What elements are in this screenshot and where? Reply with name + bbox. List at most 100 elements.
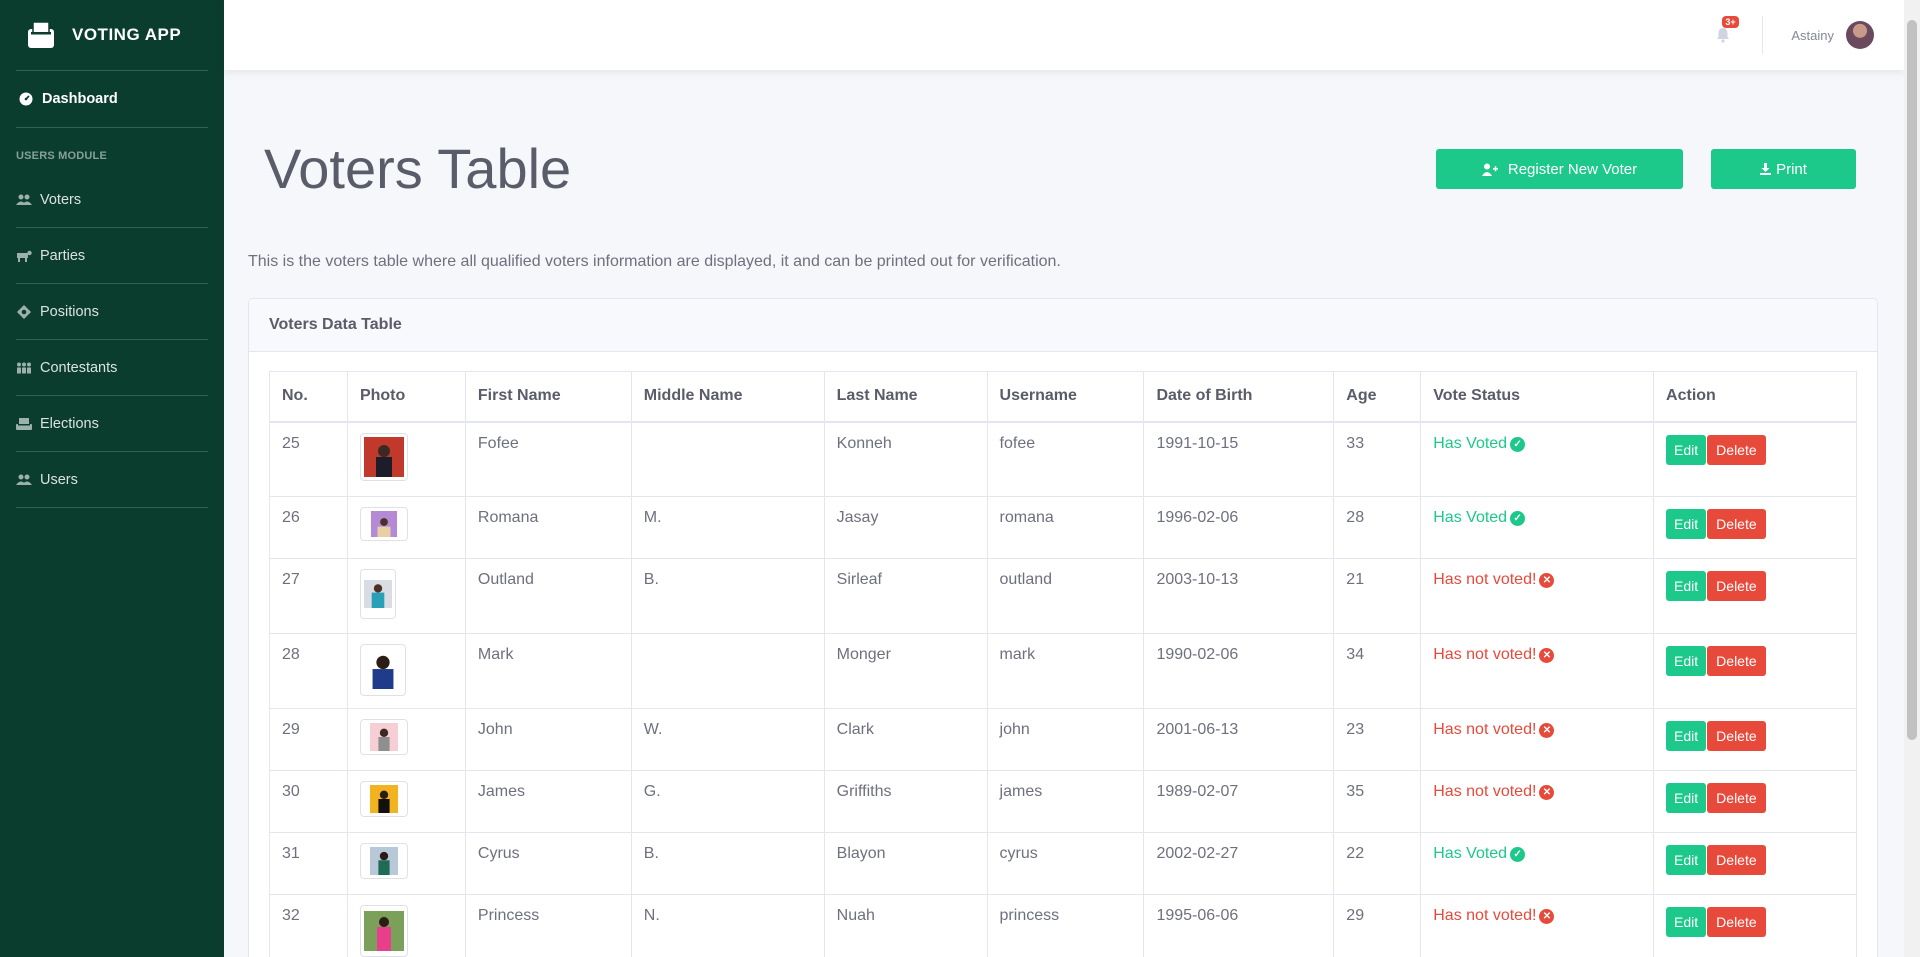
sidebar-item-label: Dashboard <box>42 91 118 107</box>
cell-age: 23 <box>1333 708 1422 771</box>
print-button[interactable]: Print <box>1711 149 1856 189</box>
cell-last-name: Griffiths <box>823 770 988 833</box>
delete-button[interactable]: Delete <box>1707 721 1766 751</box>
cell-age: 33 <box>1333 421 1422 497</box>
register-new-voter-button[interactable]: Register New Voter <box>1436 149 1683 189</box>
voter-photo <box>359 905 408 957</box>
cell-first-name: Outland <box>464 558 632 634</box>
column-header[interactable]: Username <box>986 371 1145 423</box>
notifications-button[interactable]: 3+ <box>1712 16 1739 46</box>
cell-date-of-birth: 2001-06-13 <box>1143 708 1335 771</box>
sidebar-item-contestants[interactable]: Contestants <box>16 340 208 396</box>
edit-button[interactable]: Edit <box>1666 509 1707 539</box>
cell-last-name: Clark <box>823 708 988 771</box>
sidebar-item-parties[interactable]: Parties <box>16 228 208 284</box>
column-header[interactable]: Action <box>1653 371 1857 423</box>
cell-no: 26 <box>269 496 348 559</box>
edit-button[interactable]: Edit <box>1666 571 1707 601</box>
voter-photo <box>359 569 396 619</box>
cell-first-name: Cyrus <box>464 832 632 895</box>
user-plus-icon <box>1481 163 1498 176</box>
column-header[interactable]: Photo <box>346 371 466 423</box>
sidebar-item-dashboard[interactable]: Dashboard <box>0 71 224 127</box>
cell-username: princess <box>986 894 1145 957</box>
column-header[interactable]: Middle Name <box>630 371 825 423</box>
user-name[interactable]: Astainy <box>1791 28 1834 43</box>
page-title: Voters Table <box>264 137 572 200</box>
voter-photo <box>359 507 408 541</box>
x-circle-icon: ✕ <box>1539 573 1555 588</box>
sidebar-item-label: Positions <box>40 303 99 320</box>
x-circle-icon: ✕ <box>1539 723 1555 738</box>
cell-username: james <box>986 770 1145 833</box>
column-header[interactable]: No. <box>269 371 348 423</box>
cell-no: 32 <box>269 894 348 957</box>
check-circle-icon: ✓ <box>1510 847 1526 862</box>
cell-first-name: Fofee <box>464 421 632 497</box>
ballot-icon <box>16 416 32 432</box>
cell-middle-name <box>630 633 825 709</box>
sidebar-item-label: Users <box>40 471 78 488</box>
cell-photo <box>346 894 466 957</box>
cell-date-of-birth: 2002-02-27 <box>1143 832 1335 895</box>
sidebar-item-elections[interactable]: Elections <box>16 396 208 452</box>
cell-last-name: Konneh <box>823 421 988 497</box>
delete-button[interactable]: Delete <box>1707 845 1766 875</box>
column-header[interactable]: Vote Status <box>1420 371 1655 423</box>
page-scrollbar[interactable] <box>1904 0 1920 957</box>
column-header[interactable]: Age <box>1333 371 1422 423</box>
cell-last-name: Jasay <box>823 496 988 559</box>
contestants-icon <box>16 360 32 376</box>
cell-actions: Edit Delete <box>1653 770 1857 833</box>
print-button-label: Print <box>1776 160 1807 178</box>
cell-photo <box>346 633 466 709</box>
brand[interactable]: VOTING APP <box>0 0 224 70</box>
position-icon <box>16 304 32 320</box>
cell-vote-status: Has Voted ✓ <box>1420 421 1655 497</box>
edit-button[interactable]: Edit <box>1666 721 1707 751</box>
delete-button[interactable]: Delete <box>1707 907 1766 937</box>
scrollbar-thumb[interactable] <box>1907 20 1917 740</box>
topbar-divider <box>1762 16 1764 54</box>
edit-button[interactable]: Edit <box>1666 783 1707 813</box>
delete-button[interactable]: Delete <box>1707 783 1766 813</box>
voters-table: No. Photo First Name Middle Name Last Na… <box>269 371 1857 957</box>
cell-age: 22 <box>1333 832 1422 895</box>
cell-first-name: James <box>464 770 632 833</box>
cell-middle-name: M. <box>630 496 825 559</box>
cell-date-of-birth: 1989-02-07 <box>1143 770 1335 833</box>
cell-first-name: Romana <box>464 496 632 559</box>
delete-button[interactable]: Delete <box>1707 571 1766 601</box>
x-circle-icon: ✕ <box>1539 909 1555 924</box>
sidebar-item-voters[interactable]: Voters <box>16 172 208 228</box>
edit-button[interactable]: Edit <box>1666 907 1707 937</box>
delete-button[interactable]: Delete <box>1707 509 1766 539</box>
cell-middle-name <box>630 421 825 497</box>
vote-status: Has Voted <box>1433 509 1508 526</box>
party-icon <box>16 248 32 264</box>
cell-age: 29 <box>1333 894 1422 957</box>
edit-button[interactable]: Edit <box>1666 434 1707 465</box>
cell-last-name: Blayon <box>823 832 988 895</box>
table-row: 28 Mark Monger mark 1990-02-06 34 Has no… <box>269 633 1857 709</box>
edit-button[interactable]: Edit <box>1666 646 1707 676</box>
cell-no: 29 <box>269 708 348 771</box>
delete-button[interactable]: Delete <box>1707 646 1766 676</box>
sidebar-section-heading: USERS MODULE <box>16 150 108 162</box>
x-circle-icon: ✕ <box>1539 785 1555 800</box>
column-header[interactable]: Last Name <box>823 371 988 423</box>
vote-status: Has not voted! <box>1433 907 1537 924</box>
avatar[interactable] <box>1846 21 1874 49</box>
column-header[interactable]: Date of Birth <box>1143 371 1335 423</box>
delete-button[interactable]: Delete <box>1707 434 1766 465</box>
table-row: 27 Outland B. Sirleaf outland 2003-10-13… <box>269 558 1857 634</box>
cell-photo <box>346 558 466 634</box>
sidebar-item-positions[interactable]: Positions <box>16 284 208 340</box>
sidebar-item-users[interactable]: Users <box>16 452 208 508</box>
cell-first-name: John <box>464 708 632 771</box>
column-header[interactable]: First Name <box>464 371 632 423</box>
edit-button[interactable]: Edit <box>1666 845 1707 875</box>
voter-photo <box>359 644 406 696</box>
main-content: Voters Table Register New Voter Print Th… <box>224 70 1904 957</box>
cell-date-of-birth: 1995-06-06 <box>1143 894 1335 957</box>
